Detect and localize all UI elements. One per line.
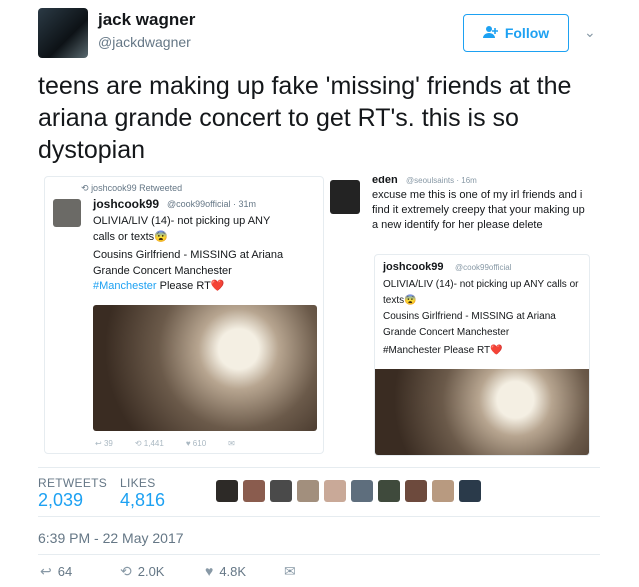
embedded-screenshot-right[interactable]: eden @seoulsaints · 16m excuse me this i… — [326, 176, 602, 458]
reply-count: 64 — [57, 564, 73, 579]
retweet-count: 2.0K — [137, 564, 165, 579]
liker-avatar[interactable] — [459, 480, 481, 502]
reply-icon: ↩ — [40, 563, 52, 579]
quoted-photo — [375, 369, 589, 455]
quoted-handle: @cook99official — [455, 263, 512, 272]
direct-message-button[interactable]: ✉ — [284, 563, 296, 580]
divider — [38, 554, 600, 555]
author-avatar[interactable] — [38, 8, 88, 58]
liker-avatar[interactable] — [297, 480, 319, 502]
retweet-icon: ⟲ — [81, 183, 89, 193]
retweet-button[interactable]: ⟲ 2.0K — [120, 563, 164, 580]
divider — [38, 516, 600, 517]
embedded-body-1: OLIVIA/LIV (14)- not picking up ANY call… — [93, 215, 271, 243]
envelope-icon: ✉ — [284, 563, 296, 579]
embedded-actions: ↩ 39 ⟲ 1,441 ♥ 610 ✉ — [95, 439, 235, 448]
avatar — [53, 199, 81, 227]
quoted-body-3: #Manchester Please RT❤️ — [383, 345, 503, 356]
quoted-name: joshcook99 — [383, 261, 444, 273]
chevron-down-icon[interactable]: ⌄ — [584, 24, 596, 41]
like-button[interactable]: ♥ 4.8K — [205, 563, 246, 579]
follow-button[interactable]: Follow — [463, 14, 569, 52]
tweet-text: teens are making up fake 'missing' frien… — [38, 72, 572, 164]
author-name[interactable]: jack wagner — [98, 10, 195, 30]
follow-label: Follow — [504, 25, 550, 41]
retweet-icon: ⟲ 1,441 — [134, 439, 164, 448]
reply-icon: ↩ 39 — [95, 439, 113, 448]
timestamp[interactable]: 6:39 PM - 22 May 2017 — [38, 530, 184, 546]
embedded-screenshot-left[interactable]: ⟲ joshcook99 Retweeted joshcook99 @cook9… — [44, 176, 324, 454]
liker-avatar[interactable] — [432, 480, 454, 502]
author-handle[interactable]: @jackdwagner — [98, 34, 191, 50]
likes-count[interactable]: 4,816 — [120, 490, 165, 511]
embedded-handle: @cook99official · 31m — [167, 199, 257, 209]
heart-icon: ♥ — [205, 563, 214, 579]
avatar — [330, 180, 360, 214]
liker-avatar[interactable] — [405, 480, 427, 502]
retweets-count[interactable]: 2,039 — [38, 490, 83, 511]
retweet-icon: ⟲ — [120, 563, 132, 579]
message-icon: ✉ — [228, 439, 235, 448]
like-count: 4.8K — [219, 563, 247, 579]
likes-label: LIKES — [120, 476, 156, 490]
quoted-tweet[interactable]: joshcook99 @cook99official OLIVIA/LIV (1… — [374, 254, 590, 456]
divider — [38, 467, 600, 468]
embedded-handle: @seoulsaints · 16m — [406, 176, 477, 185]
embedded-body: excuse me this is one of my irl friends … — [372, 189, 585, 231]
reply-button[interactable]: ↩ 64 — [40, 563, 72, 580]
embedded-photo — [93, 305, 317, 431]
embedded-name: joshcook99 — [93, 197, 160, 211]
like-icon: ♥ 610 — [185, 439, 207, 448]
embedded-name: eden — [372, 176, 398, 186]
liker-avatar[interactable] — [243, 480, 265, 502]
liker-avatar[interactable] — [351, 480, 373, 502]
retweet-line: ⟲ joshcook99 Retweeted — [81, 183, 183, 193]
liker-avatar[interactable] — [270, 480, 292, 502]
liker-avatar[interactable] — [216, 480, 238, 502]
quoted-body-2: Cousins Girlfriend - MISSING at Ariana G… — [383, 311, 556, 338]
quoted-body-1: OLIVIA/LIV (14)- not picking up ANY call… — [383, 279, 579, 306]
liker-avatar[interactable] — [324, 480, 346, 502]
liker-avatar[interactable] — [378, 480, 400, 502]
retweets-label: RETWEETS — [38, 476, 108, 490]
add-user-icon — [482, 25, 499, 42]
embedded-body-2: Cousins Girlfriend - MISSING at Ariana G… — [93, 249, 284, 277]
embedded-body-3: #Manchester Please RT❤️ — [93, 280, 225, 292]
hashtag-link[interactable]: #Manchester — [93, 280, 157, 292]
